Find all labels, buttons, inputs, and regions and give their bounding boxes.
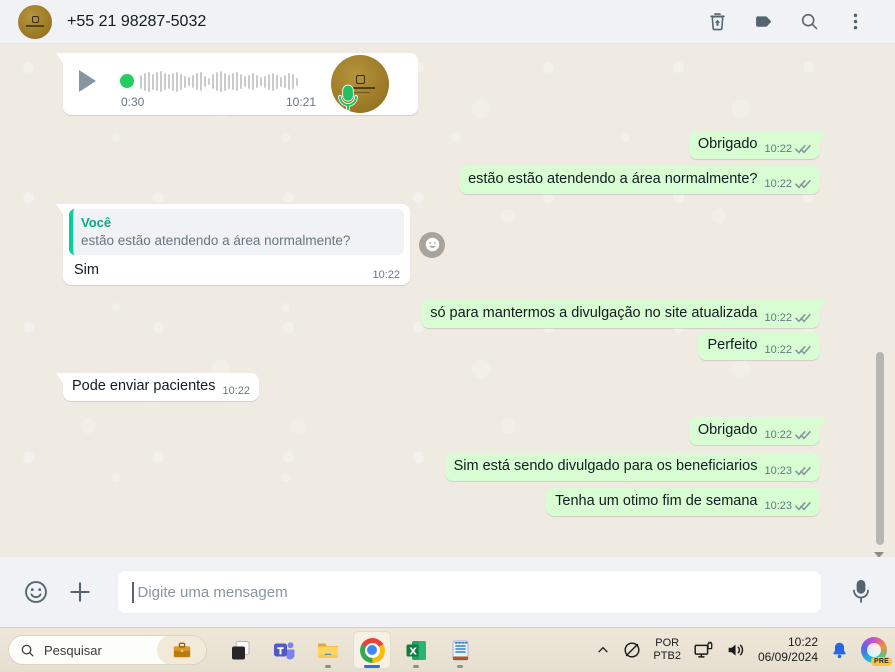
message-bubble[interactable]: Perfeito 10:22 <box>698 332 820 360</box>
teams-app-button[interactable] <box>265 631 303 669</box>
play-icon[interactable] <box>79 70 96 92</box>
mic-status-icon <box>335 84 361 118</box>
excel-app-button[interactable] <box>397 631 435 669</box>
message-bubble[interactable]: só para mantermos a divulgação no site a… <box>421 300 827 328</box>
onedrive-paused-icon[interactable] <box>622 640 642 660</box>
double-check-icon <box>795 467 811 476</box>
teams-icon <box>274 642 295 660</box>
tray-time: 10:22 <box>787 635 818 649</box>
message-text: só para mantermos a divulgação no site a… <box>430 305 758 321</box>
voice-duration: 0:30 <box>121 95 145 109</box>
message-bubble[interactable]: Obrigado 10:22 <box>688 131 828 159</box>
windows-taskbar: Pesquisar POR PTB2 10:22 06/09/2024 PRE <box>0 627 895 672</box>
message-input[interactable]: Digite uma mensagem <box>118 571 821 613</box>
task-view-button[interactable] <box>221 631 259 669</box>
double-check-icon <box>795 502 811 511</box>
playhead-dot[interactable] <box>120 74 134 88</box>
chrome-app-button[interactable] <box>353 631 391 669</box>
message-time: 10:22 <box>764 178 792 190</box>
avatar-logo-line <box>26 25 44 27</box>
voice-waveform[interactable] <box>140 65 304 98</box>
chat-message-area: 0:30 10:21 Obrigado 10:22 estão estão at… <box>0 44 895 558</box>
language-indicator[interactable]: POR PTB2 <box>653 637 681 663</box>
message-time: 10:22 <box>764 429 792 441</box>
emoji-picker-icon[interactable] <box>22 578 50 606</box>
quote-text: estão estão atendendo a área normalmente… <box>81 233 351 248</box>
chat-header: +55 21 98287-5032 <box>0 0 895 44</box>
notepad-icon <box>452 640 468 660</box>
folder-icon <box>318 643 338 658</box>
label-icon[interactable] <box>752 11 774 33</box>
react-emoji-button[interactable] <box>419 231 445 258</box>
network-icon[interactable] <box>692 639 714 661</box>
message-bubble[interactable]: Obrigado 10:22 <box>688 417 828 445</box>
message-bubble[interactable]: Você estão estão atendendo a área normal… <box>56 204 410 285</box>
message-bubble[interactable]: estão estão atendendo a área normalmente… <box>459 166 820 194</box>
excel-icon <box>406 640 426 660</box>
tray-chevron-up-icon[interactable] <box>595 642 611 658</box>
message-composer: Digite uma mensagem <box>0 557 895 627</box>
message-text: Perfeito <box>707 337 758 353</box>
search-icon[interactable] <box>798 11 820 33</box>
briefcase-icon <box>173 642 190 658</box>
message-time: 10:22 <box>764 344 792 356</box>
task-view-icon <box>231 640 249 659</box>
clock-date-display[interactable]: 10:22 06/09/2024 <box>758 635 818 665</box>
language-code: POR <box>655 637 680 649</box>
delete-chat-icon[interactable] <box>706 11 728 33</box>
taskbar-search-box[interactable]: Pesquisar <box>8 635 207 665</box>
message-time: 10:23 <box>764 465 792 477</box>
message-text: Sim está sendo divulgado para os benefic… <box>453 458 758 474</box>
search-highlight-image[interactable] <box>157 636 206 664</box>
message-text: Tenha um otimo fim de semana <box>555 493 758 509</box>
avatar-crest <box>355 75 365 84</box>
voice-time: 10:21 <box>286 95 317 109</box>
avatar-crest <box>31 16 39 23</box>
voice-record-mic-icon[interactable] <box>847 578 875 606</box>
file-explorer-button[interactable] <box>309 631 347 669</box>
keyboard-layout-code: PTB2 <box>653 650 681 662</box>
quoted-message[interactable]: Você estão estão atendendo a área normal… <box>69 209 404 255</box>
tray-date: 06/09/2024 <box>757 650 818 664</box>
message-text: Pode enviar pacientes <box>72 378 216 394</box>
message-bubble[interactable]: Pode enviar pacientes 10:22 <box>55 373 260 401</box>
message-time: 10:22 <box>222 385 251 397</box>
message-text: Obrigado <box>697 422 758 438</box>
voice-message-bubble[interactable]: 0:30 10:21 <box>56 53 418 118</box>
menu-kebab-icon[interactable] <box>844 11 866 33</box>
message-time: 10:22 <box>764 312 792 324</box>
double-check-icon <box>795 144 811 154</box>
double-check-icon <box>795 431 811 440</box>
double-check-icon <box>795 346 811 355</box>
search-icon <box>21 644 34 656</box>
notification-bell-icon[interactable] <box>829 640 850 661</box>
double-check-icon <box>795 314 811 323</box>
message-text: Sim <box>74 262 99 278</box>
message-bubble[interactable]: Tenha um otimo fim de semana 10:23 <box>546 488 820 516</box>
message-time: 10:22 <box>764 143 792 155</box>
copilot-preview-badge: PRE <box>871 657 892 666</box>
notepad-app-button[interactable] <box>441 631 479 669</box>
message-input-placeholder: Digite uma mensagem <box>137 583 288 601</box>
message-bubble[interactable]: Sim está sendo divulgado para os benefic… <box>444 453 820 481</box>
double-check-icon <box>795 179 811 189</box>
copilot-icon[interactable]: PRE <box>861 637 892 666</box>
attach-plus-icon[interactable] <box>66 578 94 606</box>
chrome-icon <box>359 637 385 663</box>
search-placeholder: Pesquisar <box>44 642 102 658</box>
volume-icon[interactable] <box>725 639 747 661</box>
message-text: estão estão atendendo a área normalmente… <box>468 171 758 187</box>
message-time: 10:22 <box>372 269 400 281</box>
message-time: 10:23 <box>764 500 792 512</box>
text-cursor <box>132 581 134 603</box>
whatsapp-web-window: +55 21 98287-5032 0:30 10:21 Obrigado 10… <box>0 0 895 672</box>
message-text: Obrigado <box>697 136 758 152</box>
quote-author: Você <box>81 215 112 230</box>
contact-phone-title[interactable]: +55 21 98287-5032 <box>67 13 206 31</box>
contact-avatar[interactable] <box>18 4 52 39</box>
scrollbar-thumb[interactable] <box>876 352 884 545</box>
